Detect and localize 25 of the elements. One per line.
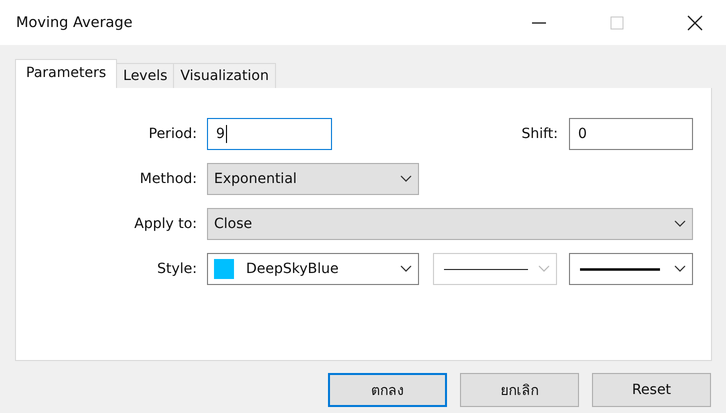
dialog-button[interactable]: ตกลง bbox=[328, 373, 447, 407]
dialog-button[interactable]: Reset bbox=[592, 373, 711, 407]
color-dropdown[interactable]: DeepSkyBlue bbox=[207, 253, 419, 285]
chevron-down-icon bbox=[674, 265, 686, 273]
chevron-down-icon bbox=[400, 175, 412, 183]
input-field[interactable]: 9 bbox=[207, 118, 332, 150]
field-label: Shift: bbox=[521, 126, 559, 142]
field-label: Period: bbox=[148, 126, 198, 142]
chevron-down-icon bbox=[538, 265, 550, 273]
dropdown[interactable]: Close bbox=[207, 208, 693, 240]
input-field[interactable]: 0 bbox=[569, 118, 693, 150]
chevron-down-icon bbox=[674, 220, 686, 228]
close-icon[interactable] bbox=[687, 14, 703, 30]
thick-line-icon bbox=[580, 268, 660, 270]
dialog-button[interactable]: ยกเลิก bbox=[460, 373, 579, 407]
field-label: Style: bbox=[156, 261, 198, 277]
window-title: Moving Average bbox=[16, 14, 133, 30]
chevron-down-icon bbox=[400, 265, 412, 273]
dropdown[interactable]: Exponential bbox=[207, 163, 419, 195]
line-width-dropdown[interactable] bbox=[569, 253, 693, 285]
thin-line-icon bbox=[444, 268, 528, 270]
field-label: Method: bbox=[138, 171, 198, 187]
tab[interactable]: Parameters bbox=[15, 59, 118, 88]
tab[interactable]: Visualization bbox=[173, 63, 276, 88]
field-label: Apply to: bbox=[133, 216, 198, 232]
